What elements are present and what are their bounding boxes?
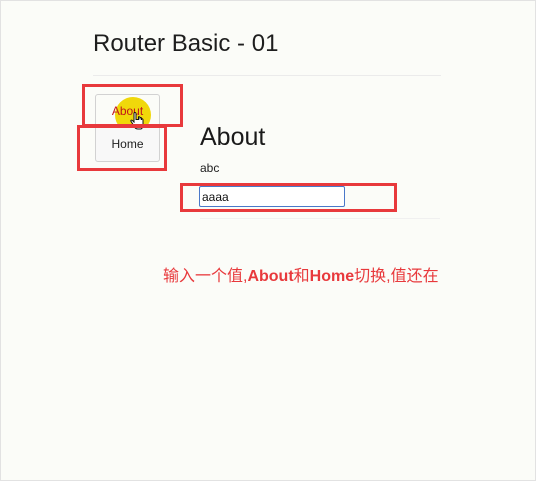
content-divider	[200, 218, 440, 219]
annotation-note: 输入一个值,About和Home切换,值还在	[163, 262, 439, 286]
nav-home-button[interactable]: Home	[95, 127, 160, 162]
nav-about-button[interactable]: About	[95, 94, 160, 127]
annotation-word-home: Home	[309, 268, 355, 285]
annotation-word-about: About	[247, 268, 294, 285]
title-divider	[93, 75, 441, 76]
content-heading: About	[200, 123, 266, 151]
value-input[interactable]	[199, 186, 345, 207]
hand-pointer-icon	[130, 112, 144, 130]
annotation-part2: 和	[293, 268, 310, 285]
page-frame	[0, 0, 536, 481]
annotation-part3: 切换,值还在	[354, 268, 439, 285]
content-text: abc	[200, 161, 220, 175]
page-title: Router Basic - 01	[93, 30, 279, 57]
nav-home-label: Home	[111, 137, 144, 151]
annotation-part1: 输入一个值,	[163, 268, 248, 285]
